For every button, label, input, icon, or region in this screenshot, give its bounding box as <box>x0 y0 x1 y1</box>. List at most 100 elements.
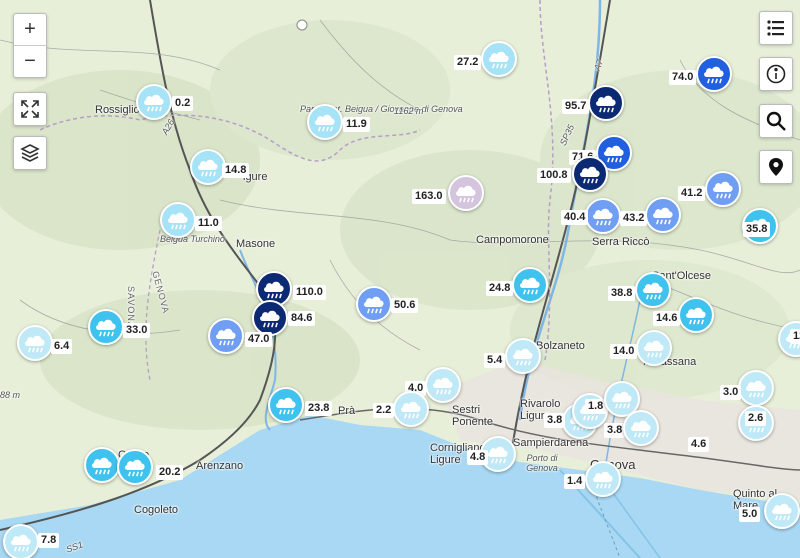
rain-station-marker[interactable] <box>356 286 392 322</box>
rain-value-label: 11.9 <box>343 117 370 132</box>
expand-icon <box>21 100 39 118</box>
place-arenzano: Arenzano <box>196 460 244 472</box>
rain-station-marker[interactable] <box>636 330 672 366</box>
rain-value-label: 40.4 <box>561 210 589 225</box>
rain-value-label: 110.0 <box>293 285 326 300</box>
rain-station-marker[interactable] <box>268 387 304 423</box>
rain-station-marker[interactable] <box>84 447 120 483</box>
rain-value-label: 74.0 <box>669 70 697 85</box>
layers-button[interactable] <box>13 136 47 170</box>
rain-station-marker[interactable] <box>585 198 621 234</box>
rain-station-marker[interactable] <box>588 85 624 121</box>
rain-station-marker[interactable] <box>448 175 484 211</box>
search-icon <box>766 111 786 131</box>
rain-cloud-icon <box>198 159 218 177</box>
rain-station-marker[interactable] <box>208 318 244 354</box>
rain-cloud-icon <box>604 145 624 163</box>
rain-value-label: 5.4 <box>484 353 506 368</box>
info-button[interactable] <box>759 57 793 91</box>
place-campomorone: Campomorone <box>476 234 549 246</box>
rain-value-label: 24.8 <box>486 281 514 296</box>
contour-label: 88 m <box>0 390 21 400</box>
place-serra-ricco: Serra Riccò <box>592 236 650 248</box>
rain-station-marker[interactable] <box>696 56 732 92</box>
rain-station-marker[interactable] <box>585 461 621 497</box>
rain-station-marker[interactable] <box>88 309 124 345</box>
info-icon <box>766 64 786 84</box>
rain-cloud-icon <box>144 94 164 112</box>
rain-value-label: 84.6 <box>288 311 316 326</box>
rain-cloud-icon <box>580 166 600 184</box>
rain-cloud-icon <box>593 208 613 226</box>
rain-cloud-icon <box>260 310 280 328</box>
rain-cloud-icon <box>488 446 508 464</box>
location-pin-icon <box>769 158 783 176</box>
rain-station-marker[interactable] <box>136 84 172 120</box>
rain-value-label: 23.8 <box>305 401 333 416</box>
rain-cloud-icon <box>653 207 673 225</box>
rain-cloud-icon <box>456 185 476 203</box>
rain-value-label: 14.6 <box>653 311 681 326</box>
rain-value-label: 14.0 <box>610 344 638 359</box>
zoom-in-button[interactable]: + <box>14 14 46 45</box>
rain-value-label: 163.0 <box>412 189 446 204</box>
fullscreen-button[interactable] <box>13 92 47 126</box>
rain-station-marker[interactable] <box>3 524 39 558</box>
rain-station-marker[interactable] <box>635 272 671 308</box>
rain-station-marker[interactable] <box>393 391 429 427</box>
rain-station-marker[interactable] <box>764 493 800 529</box>
rain-station-marker[interactable] <box>160 202 196 238</box>
rain-value-label: 50.6 <box>391 298 419 313</box>
rain-cloud-icon <box>315 114 335 132</box>
rain-value-label: 14.8 <box>222 163 250 178</box>
layers-icon <box>20 144 40 162</box>
rain-value-label: 4.6 <box>688 437 710 452</box>
menu-button[interactable] <box>759 11 793 45</box>
rain-cloud-icon <box>746 380 766 398</box>
place-masone: Masone <box>236 238 276 250</box>
rain-station-marker[interactable] <box>645 197 681 233</box>
zoom-out-button[interactable]: − <box>14 45 46 77</box>
place-porto-genova: Porto di Genova <box>526 453 558 473</box>
rain-cloud-icon <box>704 66 724 84</box>
rain-station-marker[interactable] <box>117 449 153 485</box>
place-pra: Prà <box>338 405 356 417</box>
rain-station-marker[interactable] <box>17 325 53 361</box>
rain-value-label: 43.2 <box>620 211 648 226</box>
rain-station-marker[interactable] <box>307 104 343 140</box>
rain-value-label: 47.0 <box>245 332 273 347</box>
rain-cloud-icon <box>596 95 616 113</box>
rain-station-marker[interactable] <box>505 338 541 374</box>
place-cogoleto: Cogoleto <box>134 504 179 516</box>
rain-cloud-icon <box>125 459 145 477</box>
rain-cloud-icon <box>644 340 664 358</box>
locate-button[interactable] <box>759 150 793 184</box>
rain-value-label: 0.2 <box>172 96 194 111</box>
rain-station-marker[interactable] <box>252 300 288 336</box>
rain-cloud-icon <box>92 457 112 475</box>
rain-station-marker[interactable] <box>705 171 741 207</box>
rain-station-marker[interactable] <box>678 297 714 333</box>
rain-cloud-icon <box>612 391 632 409</box>
rain-value-label: 5.0 <box>739 507 761 522</box>
rain-station-marker[interactable] <box>190 149 226 185</box>
rain-cloud-icon <box>631 420 651 438</box>
rain-station-marker[interactable] <box>572 156 608 192</box>
search-button[interactable] <box>759 104 793 138</box>
rain-cloud-icon <box>401 401 421 419</box>
rain-station-marker[interactable] <box>512 267 548 303</box>
rain-station-marker[interactable] <box>623 410 659 446</box>
rain-value-label: 3.0 <box>720 385 742 400</box>
rain-cloud-icon <box>25 335 45 353</box>
rain-value-label: 100.8 <box>537 168 571 183</box>
rain-station-marker[interactable] <box>481 41 517 77</box>
rain-value-label: 95.7 <box>562 99 590 114</box>
rain-station-marker[interactable] <box>425 367 461 403</box>
rain-station-marker[interactable] <box>738 370 774 406</box>
rain-cloud-icon <box>433 377 453 395</box>
rain-cloud-icon <box>96 319 116 337</box>
rain-value-label: 4.8 <box>467 450 489 465</box>
place-sestri-ponente: Sestri Ponente <box>452 404 493 428</box>
map-viewport[interactable]: Rossiglione Parco Nat. Beigua / Giovanne… <box>0 0 800 558</box>
rain-cloud-icon <box>513 348 533 366</box>
